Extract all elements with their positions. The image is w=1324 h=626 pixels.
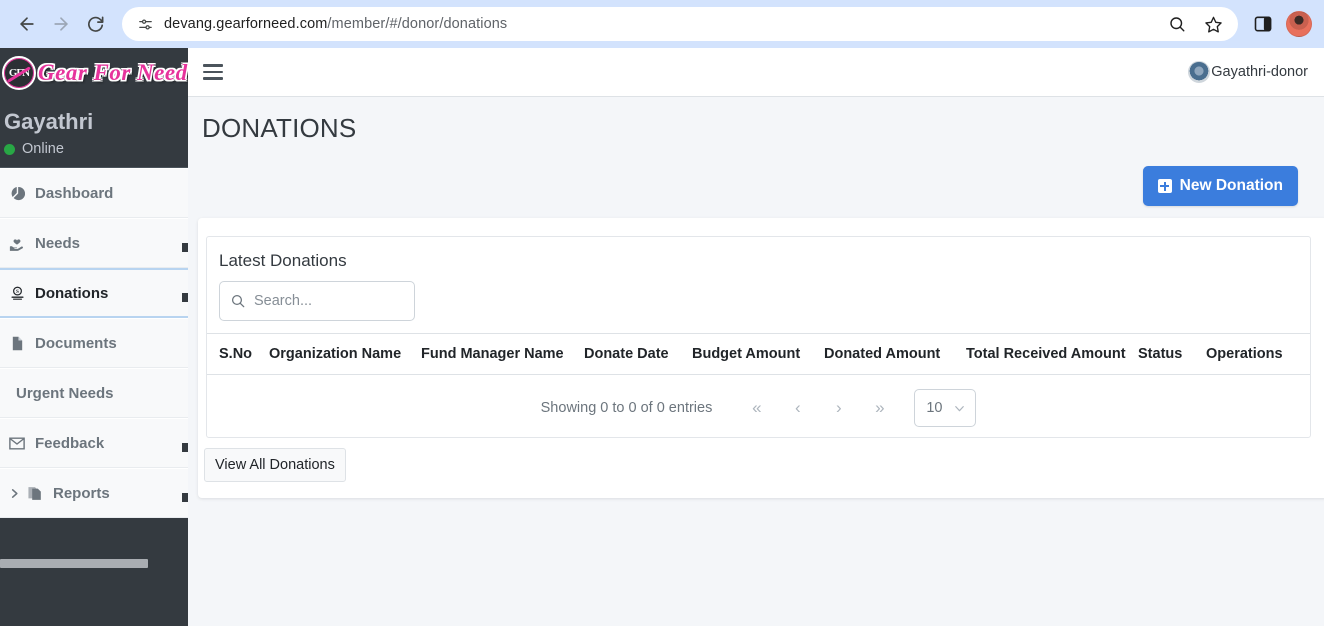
sidebar-item-reports[interactable]: Reports — [0, 468, 188, 519]
online-status-dot-icon — [4, 143, 15, 155]
sidebar-user-status: Online — [0, 135, 188, 157]
sidebar-item-needs[interactable]: Needs — [0, 218, 188, 269]
sidebar-item-label: Needs — [35, 234, 81, 252]
pagination-prev-button[interactable]: ‹ — [777, 393, 818, 423]
sidebar-item-dashboard[interactable]: Dashboard — [0, 168, 188, 219]
main-content: Gayathri-donor DONATIONS New Donation La… — [188, 48, 1324, 626]
profile-avatar-icon[interactable] — [1286, 11, 1312, 37]
forward-button[interactable] — [46, 9, 76, 39]
sidebar-user-status-label: Online — [22, 141, 64, 158]
forward-arrow-icon — [51, 14, 71, 34]
sidebar-item-donations[interactable]: S Donations — [0, 268, 188, 319]
search-icon — [230, 293, 246, 309]
card-footer: View All Donations — [198, 438, 1324, 482]
search-container — [207, 281, 1310, 333]
sidebar-hscrollbar-thumb[interactable] — [0, 559, 148, 568]
address-bar[interactable]: devang.gearforneed.com/member/#/donor/do… — [122, 7, 1238, 41]
page-actions: New Donation — [188, 144, 1324, 218]
donations-card: Latest Donations S.No — [198, 218, 1324, 498]
brand-name: Gear For Need — [38, 59, 188, 85]
search-magnifier-icon[interactable] — [1166, 13, 1188, 35]
user-avatar-icon — [1188, 61, 1211, 83]
sidebar-user-panel: Gayathri Online — [0, 97, 188, 167]
content-scroll-area: DONATIONS New Donation Latest Donations — [188, 97, 1324, 626]
sidebar-item-label: Documents — [35, 334, 117, 352]
chevron-down-icon — [952, 401, 967, 416]
view-all-donations-button[interactable]: View All Donations — [204, 448, 346, 482]
back-button[interactable] — [12, 9, 42, 39]
latest-donations-title: Latest Donations — [219, 251, 347, 270]
search-box[interactable] — [219, 281, 415, 321]
column-header-sno[interactable]: S.No — [207, 333, 269, 375]
sidebar: GFN Gear For Need Gayathri Online Dashbo… — [0, 48, 188, 626]
gear-for-need-badge-icon: GFN — [2, 55, 36, 90]
sidebar-item-label: Feedback — [35, 434, 105, 452]
tune-settings-icon[interactable] — [132, 11, 158, 37]
page-title: DONATIONS — [202, 113, 357, 143]
url-text: devang.gearforneed.com/member/#/donor/do… — [164, 16, 508, 32]
sidebar-item-label: Donations — [35, 284, 109, 302]
new-donation-button[interactable]: New Donation — [1142, 166, 1298, 206]
topbar-user-label: Gayathri-donor — [1211, 64, 1308, 80]
pagination-last-button[interactable]: » — [859, 393, 900, 423]
column-header-organization[interactable]: Organization Name — [269, 333, 421, 375]
donation-icon: S — [6, 286, 28, 301]
sidebar-item-label: Urgent Needs — [16, 384, 114, 402]
column-header-donate-date[interactable]: Donate Date — [584, 333, 692, 375]
pagination-info: Showing 0 to 0 of 0 entries — [540, 400, 713, 416]
latest-donations-panel: Latest Donations S.No — [206, 236, 1311, 438]
hamburger-menu-icon[interactable] — [200, 59, 226, 85]
brand-logo[interactable]: GFN Gear For Need — [0, 48, 188, 97]
page-size-value: 10 — [926, 400, 943, 416]
page-size-select[interactable]: 10 — [914, 389, 977, 427]
app-viewport: GFN Gear For Need Gayathri Online Dashbo… — [0, 48, 1324, 626]
topbar-user-menu[interactable]: Gayathri-donor — [1188, 61, 1308, 83]
copy-files-icon — [24, 486, 46, 501]
pie-chart-icon — [6, 186, 28, 201]
browser-toolbar: devang.gearforneed.com/member/#/donor/do… — [0, 0, 1324, 48]
chevron-right-icon — [6, 488, 22, 499]
sidebar-item-documents[interactable]: Documents — [0, 318, 188, 369]
sidebar-nav: Dashboard Needs S Donations Documents Ur… — [0, 167, 188, 519]
sidebar-item-label: Dashboard — [35, 184, 114, 202]
donations-table-head: S.No Organization Name Fund Manager Name… — [207, 333, 1310, 375]
star-icon[interactable] — [1202, 13, 1224, 35]
column-header-donated-amount[interactable]: Donated Amount — [824, 333, 966, 375]
column-header-fund-manager[interactable]: Fund Manager Name — [421, 333, 584, 375]
svg-text:S: S — [16, 289, 19, 295]
column-header-budget-amount[interactable]: Budget Amount — [692, 333, 824, 375]
document-icon — [6, 336, 28, 351]
donations-table: S.No Organization Name Fund Manager Name… — [207, 333, 1310, 375]
column-header-operations[interactable]: Operations — [1206, 333, 1310, 375]
browser-right-icons — [1250, 11, 1312, 37]
envelope-icon — [6, 437, 28, 450]
plus-square-icon — [1157, 179, 1172, 193]
column-header-total-received[interactable]: Total Received Amount — [966, 333, 1138, 375]
sidebar-item-feedback[interactable]: Feedback — [0, 418, 188, 469]
sidebar-item-label: Reports — [53, 484, 110, 502]
pagination-first-button[interactable]: « — [736, 393, 777, 423]
reload-icon — [86, 15, 105, 34]
reload-button[interactable] — [80, 9, 110, 39]
search-input[interactable] — [254, 293, 404, 309]
column-header-status[interactable]: Status — [1138, 333, 1206, 375]
page-header: DONATIONS — [188, 97, 1324, 144]
sidebar-item-urgent-needs[interactable]: Urgent Needs — [0, 368, 188, 419]
back-arrow-icon — [17, 14, 37, 34]
sidebar-user-name: Gayathri — [4, 109, 94, 134]
side-panel-icon[interactable] — [1250, 11, 1276, 37]
top-navbar: Gayathri-donor — [188, 48, 1324, 97]
pagination-next-button[interactable]: › — [818, 393, 859, 423]
hands-heart-icon — [6, 236, 28, 251]
table-pagination: Showing 0 to 0 of 0 entries « ‹ › » 10 — [207, 375, 1310, 437]
new-donation-label: New Donation — [1179, 177, 1283, 194]
table-header-row: S.No Organization Name Fund Manager Name… — [207, 333, 1310, 375]
